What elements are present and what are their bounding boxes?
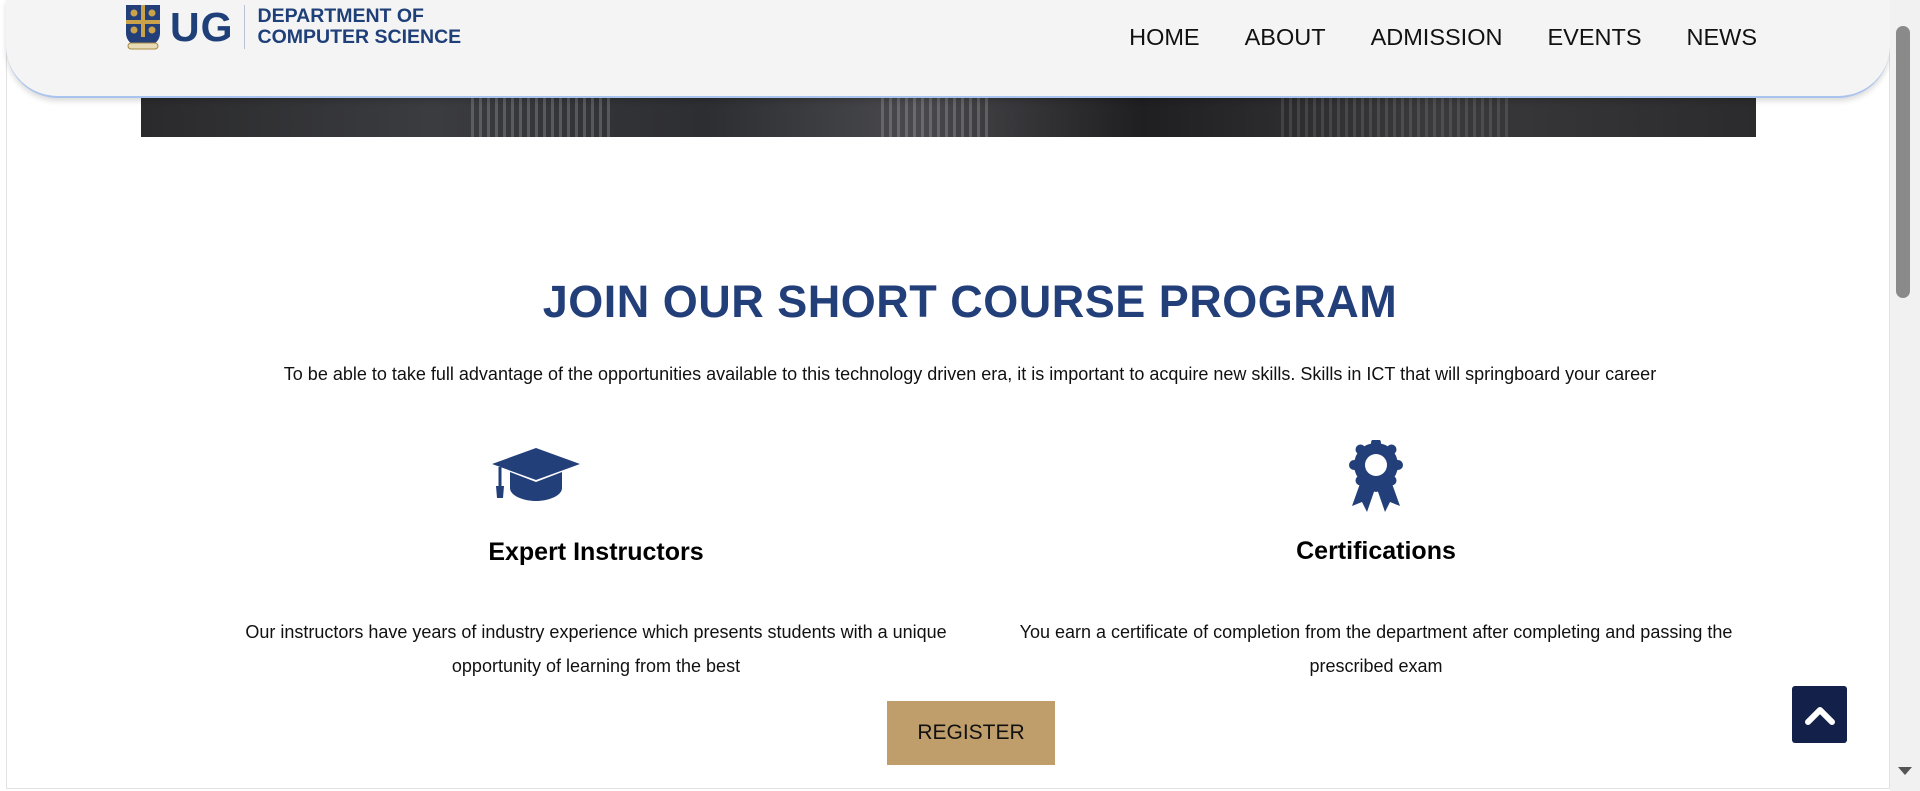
award-ribbon-icon: [1349, 440, 1403, 512]
nav-news[interactable]: NEWS: [1687, 24, 1758, 51]
graduation-cap-icon: [492, 448, 580, 501]
site-header: UG DEPARTMENT OF COMPUTER SCIENCE HOME A…: [6, 0, 1890, 98]
nav-events[interactable]: EVENTS: [1547, 24, 1641, 51]
back-to-top-button[interactable]: [1792, 686, 1847, 743]
brand-logo[interactable]: UG DEPARTMENT OF COMPUTER SCIENCE: [124, 3, 461, 51]
brand-department: DEPARTMENT OF COMPUTER SCIENCE: [258, 6, 462, 48]
feature-certifications: Certifications You earn a certificate of…: [1006, 537, 1746, 683]
chevron-up-icon: [1804, 706, 1835, 725]
main-nav: HOME ABOUT ADMISSION EVENTS NEWS: [1084, 24, 1757, 51]
brand-line-1: DEPARTMENT OF: [257, 5, 424, 27]
brand-line-2: COMPUTER SCIENCE: [257, 26, 462, 48]
brand-divider: [243, 5, 245, 49]
feature-title: Expert Instructors: [488, 538, 704, 566]
section-lead: To be able to take full advantage of the…: [283, 364, 1657, 384]
vertical-scrollbar[interactable]: [1890, 0, 1920, 791]
feature-text-line-2: opportunity of learning from the best: [451, 656, 741, 676]
feature-text-line-1: You earn a certificate of completion fro…: [1019, 622, 1733, 642]
university-crest-icon: [126, 5, 160, 50]
nav-about[interactable]: ABOUT: [1245, 24, 1326, 51]
feature-text-line-1: Our instructors have years of industry e…: [245, 622, 947, 642]
brand-short-name: UG: [170, 4, 234, 50]
feature-expert-instructors: Expert Instructors Our instructors have …: [226, 538, 966, 683]
scroll-down-arrow-icon[interactable]: [1898, 767, 1912, 775]
nav-home[interactable]: HOME: [1129, 24, 1200, 51]
scrollbar-thumb[interactable]: [1896, 26, 1910, 298]
feature-title: Certifications: [1296, 537, 1456, 565]
nav-admission[interactable]: ADMISSION: [1371, 24, 1503, 51]
section-title: JOIN OUR SHORT COURSE PROGRAM: [542, 276, 1398, 327]
feature-text-line-2: prescribed exam: [1309, 656, 1443, 676]
register-button[interactable]: REGISTER: [887, 701, 1055, 765]
